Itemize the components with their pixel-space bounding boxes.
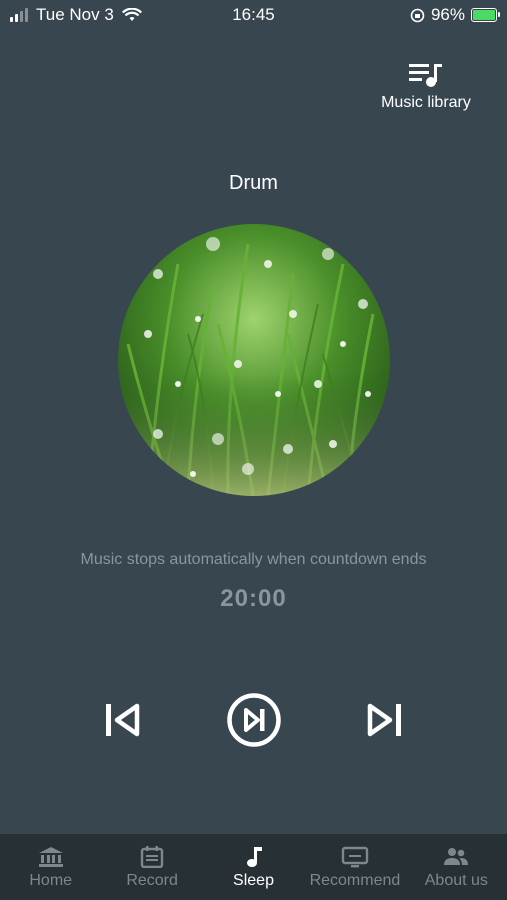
tab-record-label: Record bbox=[126, 872, 178, 889]
next-icon bbox=[367, 703, 401, 737]
tab-home[interactable]: Home bbox=[0, 834, 101, 900]
track-title: Drum bbox=[229, 172, 278, 194]
play-pause-button[interactable] bbox=[227, 693, 281, 752]
status-right: 96% bbox=[410, 5, 500, 25]
previous-button[interactable] bbox=[104, 702, 140, 743]
music-note-icon bbox=[246, 847, 262, 867]
tab-sleep[interactable]: Sleep bbox=[203, 834, 304, 900]
people-icon bbox=[444, 848, 469, 865]
previous-icon bbox=[106, 703, 140, 737]
countdown-timer: 20:00 bbox=[220, 585, 287, 612]
battery-percent: 96% bbox=[430, 5, 465, 24]
playback-controls bbox=[0, 690, 507, 750]
bank-icon bbox=[38, 847, 63, 867]
orientation-lock-icon bbox=[410, 8, 425, 22]
tab-recommend-label: Recommend bbox=[309, 872, 401, 889]
tab-recommend[interactable]: Recommend bbox=[304, 834, 405, 900]
play-pause-icon bbox=[227, 693, 281, 747]
next-button[interactable] bbox=[367, 702, 403, 743]
calendar-icon bbox=[140, 846, 164, 868]
tab-sleep-label: Sleep bbox=[233, 872, 274, 889]
music-library-button[interactable]: Music library bbox=[371, 62, 481, 112]
bottom-tab-bar: Home Record Sleep Recommend About us bbox=[0, 834, 507, 900]
playlist-icon bbox=[409, 64, 442, 87]
tab-about-us[interactable]: About us bbox=[406, 834, 507, 900]
music-library-label: Music library bbox=[381, 94, 471, 111]
countdown-note: Music stops automatically when countdown… bbox=[80, 551, 427, 568]
tab-record[interactable]: Record bbox=[101, 834, 202, 900]
tab-home-label: Home bbox=[29, 872, 73, 889]
tab-about-us-label: About us bbox=[424, 872, 488, 889]
tv-icon bbox=[341, 846, 369, 868]
status-bar: Tue Nov 3 16:45 96% bbox=[0, 0, 507, 30]
battery-icon bbox=[471, 8, 500, 22]
album-artwork bbox=[118, 224, 390, 496]
